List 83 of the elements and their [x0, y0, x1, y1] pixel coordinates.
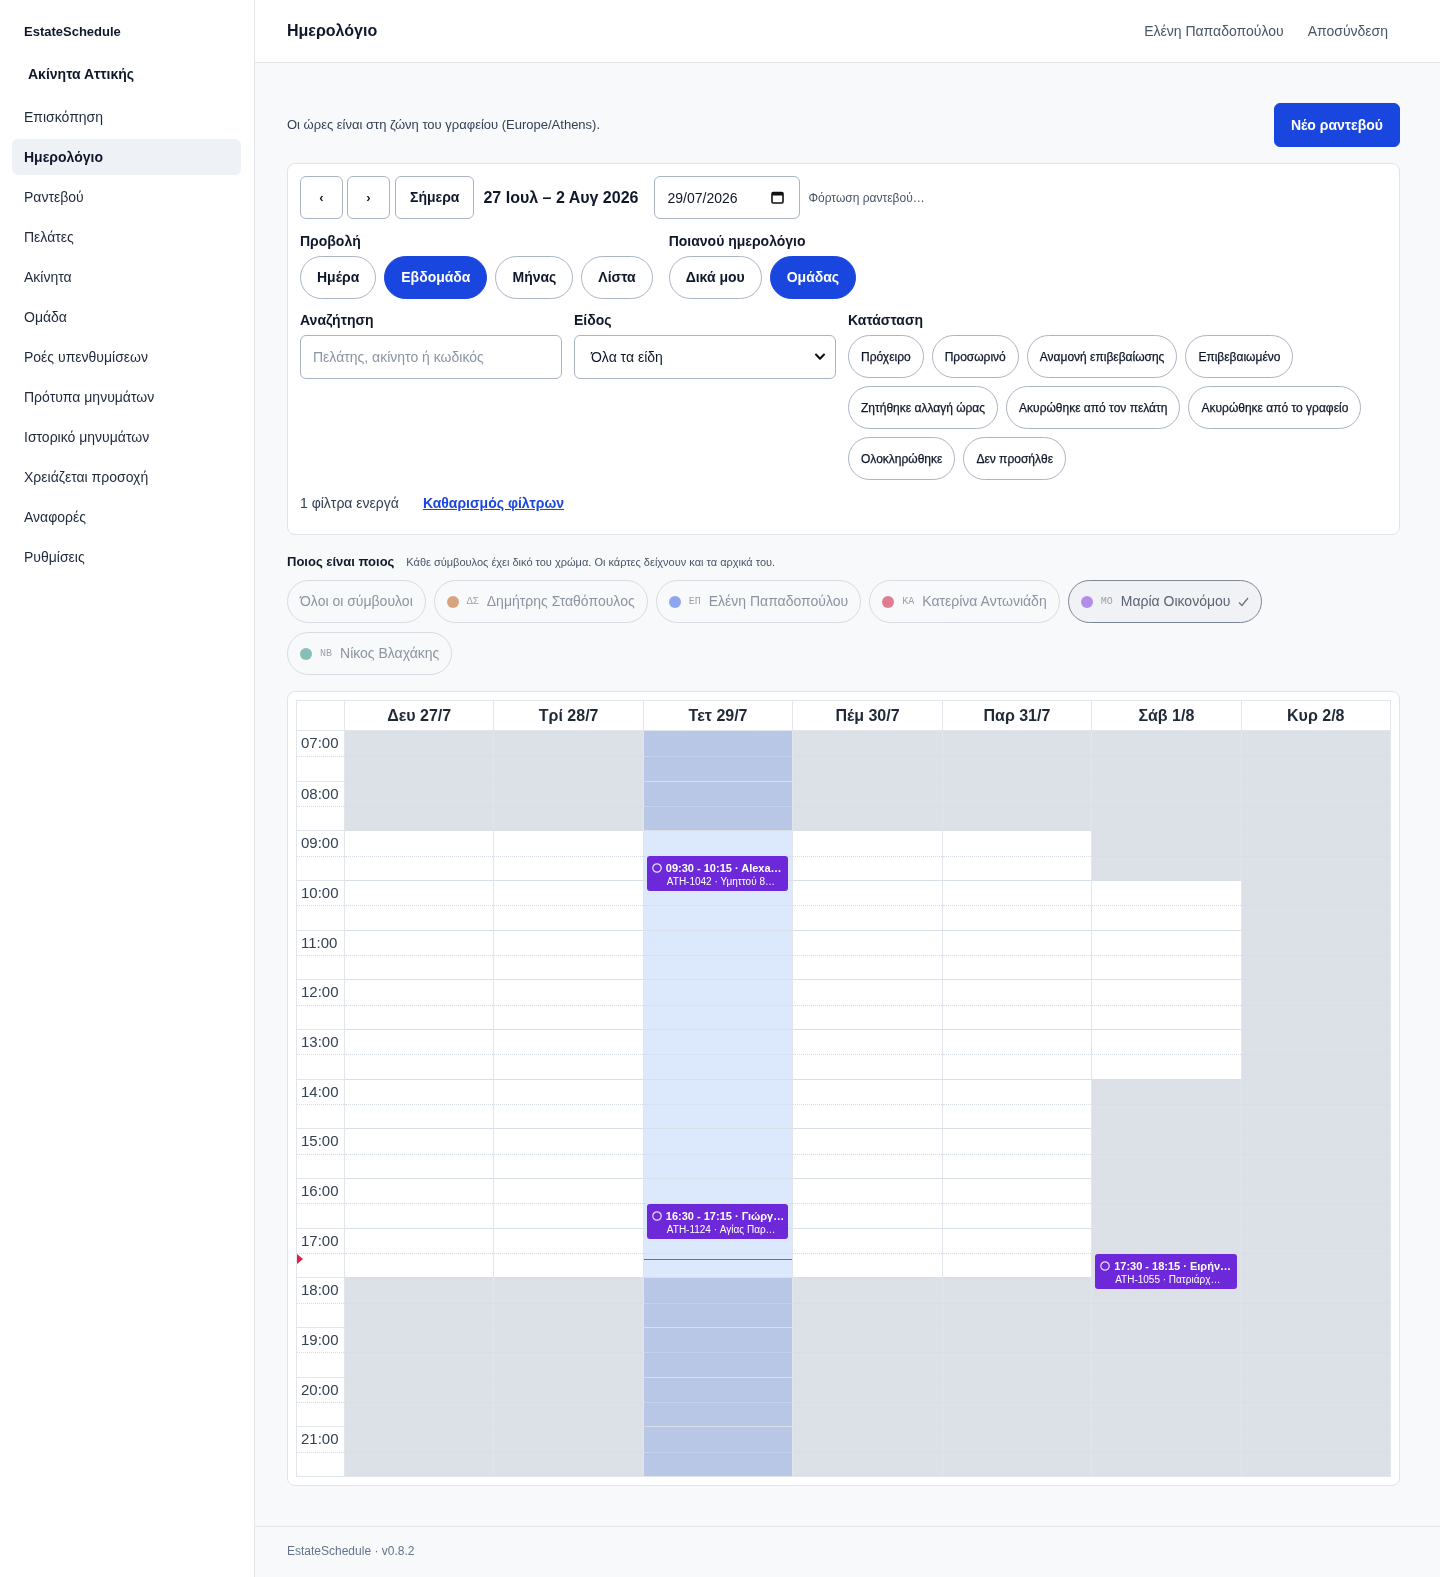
- loading-text: Φόρτωση ραντεβού…: [808, 189, 925, 207]
- time-label: 10:00: [297, 879, 344, 930]
- time-label: 13:00: [297, 1028, 344, 1079]
- status-filter-chip[interactable]: Ακυρώθηκε από το γραφείο: [1188, 386, 1362, 429]
- time-label: 16:00: [297, 1177, 344, 1228]
- time-label: 15:00: [297, 1128, 344, 1178]
- clear-filters-link[interactable]: Καθαρισμός φίλτρων: [422, 493, 565, 513]
- type-dropdown[interactable]: Όλα τα είδη: [574, 335, 836, 379]
- view-option[interactable]: Λίστα: [581, 256, 653, 299]
- active-filters-count: 1 φίλτρα ενεργά: [300, 494, 399, 513]
- field-label: Αναζήτηση: [300, 312, 375, 329]
- chevron-down-icon: [815, 353, 825, 361]
- legend-title: Ποιος είναι ποιος: [287, 553, 395, 571]
- time-label: 20:00: [297, 1376, 344, 1427]
- status-filter-chip[interactable]: Πρόχειρο: [848, 335, 924, 378]
- field-label: Προβολή: [300, 233, 362, 250]
- workspace-name: Ακίνητα Αττικής: [27, 65, 136, 84]
- previous-button[interactable]: ‹: [300, 176, 343, 219]
- day-header: Τρί 28/7: [493, 701, 643, 730]
- sidebar-item[interactable]: Επισκόπηση: [12, 99, 241, 135]
- day-header: Παρ 31/7: [941, 701, 1092, 730]
- status-filter-chip[interactable]: Ακυρώθηκε από τον πελάτη: [1006, 386, 1181, 429]
- time-label: 12:00: [297, 979, 344, 1029]
- next-button[interactable]: ›: [347, 176, 390, 219]
- sidebar-item[interactable]: Ομάδα: [12, 299, 241, 335]
- status-filter-chip[interactable]: Αναμονή επιβεβαίωσης: [1026, 335, 1178, 378]
- time-label: 07:00: [297, 731, 344, 781]
- sidebar-item[interactable]: Ιστορικό μηνυμάτων: [12, 419, 241, 455]
- status-filter-chip[interactable]: Ζητήθηκε αλλαγή ώρας: [848, 386, 999, 429]
- today-button[interactable]: Σήμερα: [395, 176, 475, 219]
- view-option[interactable]: Εβδομάδα: [384, 256, 488, 299]
- calendar-icon: [771, 191, 785, 204]
- appointment-card[interactable]: 16:30 - 17:15 · Γιώργ… ATH-1124 · Αγίας Παρ…: [646, 1203, 789, 1239]
- status-filter-chip[interactable]: Προσωρινό: [931, 335, 1019, 378]
- calendar-scope-option[interactable]: Ομάδας: [769, 256, 857, 299]
- user-name[interactable]: Ελένη Παπαδοπούλου: [1144, 20, 1284, 42]
- circle-icon: [651, 1210, 662, 1221]
- status-filter-chip[interactable]: Ολοκληρώθηκε: [848, 437, 956, 480]
- sidebar-item[interactable]: Ημερολόγιο: [12, 139, 241, 175]
- time-label: 19:00: [297, 1326, 344, 1377]
- time-label: 14:00: [297, 1078, 344, 1129]
- appointment-card[interactable]: 17:30 - 18:15 · Ειρήν… ATH-1055 · Πατριάρχ…: [1095, 1253, 1237, 1289]
- footer-text: EstateSchedule · v0.8.2: [287, 1544, 415, 1558]
- logout-link[interactable]: Αποσύνδεση: [1307, 20, 1388, 42]
- sidebar-item[interactable]: Αναφορές: [12, 499, 241, 535]
- appointment-card[interactable]: 09:30 - 10:15 · Alexa… ATH-1042 · Υμηττού 8…: [646, 856, 789, 892]
- view-option[interactable]: Ημέρα: [300, 256, 377, 299]
- page-title: Ημερολόγιο: [287, 21, 378, 41]
- date-range-title: 27 Ιουλ – 2 Αυγ 2026: [483, 187, 639, 208]
- check-icon: [1238, 596, 1250, 607]
- new-appointment-button[interactable]: Νέο ραντεβού: [1273, 103, 1400, 147]
- sidebar-item[interactable]: Ρυθμίσεις: [12, 539, 241, 575]
- sidebar-item[interactable]: Πελάτες: [12, 219, 241, 255]
- sidebar-item[interactable]: Ραντεβού: [12, 179, 241, 215]
- time-label: 09:00: [297, 830, 344, 880]
- time-label: 08:00: [297, 780, 344, 831]
- legend-description: Κάθε σύμβουλος έχει δικό του χρώμα. Οι κάρτες δείχνουν και τα αρχικά του.: [406, 555, 776, 570]
- brand-name: EstateSchedule: [23, 23, 122, 41]
- day-header: Δευ 27/7: [344, 701, 494, 730]
- calendar-scope-option[interactable]: Δικά μου: [668, 256, 762, 299]
- time-label: 21:00: [297, 1426, 344, 1476]
- day-header: Τετ 29/7: [642, 701, 793, 730]
- advisor-filter-chip[interactable]: ΜΟ Μαρία Οικονόμου: [1067, 580, 1263, 623]
- status-filter-chip[interactable]: Επιβεβαιωμένο: [1185, 335, 1294, 378]
- time-label: 18:00: [297, 1277, 344, 1327]
- status-filter-chip[interactable]: Δεν προσήλθε: [963, 437, 1066, 480]
- field-label: Κατάσταση: [848, 312, 925, 329]
- sidebar-item[interactable]: Ροές υπενθυμίσεων: [12, 339, 241, 375]
- sidebar-item[interactable]: Πρότυπα μηνυμάτων: [12, 379, 241, 415]
- search-field[interactable]: Πελάτης, ακίνητο ή κωδικός: [300, 335, 562, 379]
- circle-icon: [651, 863, 662, 874]
- field-label: Ποιανού ημερολόγιο: [668, 233, 807, 250]
- sidebar-item[interactable]: Ακίνητα: [12, 259, 241, 295]
- circle-icon: [1100, 1260, 1111, 1271]
- field-label: Είδος: [574, 312, 613, 329]
- day-header: Κυρ 2/8: [1240, 701, 1390, 730]
- sidebar-item[interactable]: Χρειάζεται προσοχή: [12, 459, 241, 495]
- timezone-note: Οι ώρες είναι στη ζώνη του γραφείου (Europe/Athens).: [287, 116, 601, 135]
- date-field[interactable]: 29/07/2026: [654, 176, 801, 219]
- day-header: Πέμ 30/7: [792, 701, 942, 730]
- time-label: 11:00: [297, 929, 344, 980]
- day-header: Σάβ 1/8: [1091, 701, 1241, 730]
- view-option[interactable]: Μήνας: [495, 256, 574, 299]
